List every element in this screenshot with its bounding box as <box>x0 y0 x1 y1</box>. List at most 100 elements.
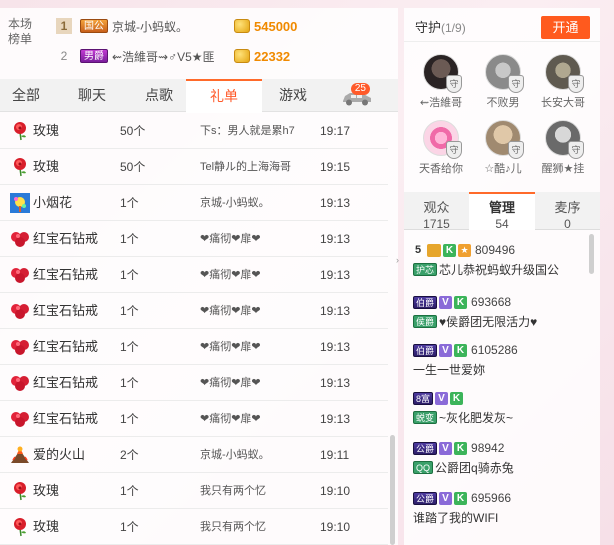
gift-time: 19:13 <box>320 304 351 318</box>
avatar[interactable]: 守 <box>545 120 584 159</box>
crown-icon <box>427 243 441 257</box>
message-text: 芯儿恭祝蚂蚁升级国公 <box>439 263 560 277</box>
title-badge: 伯爵 <box>413 295 438 309</box>
user-id[interactable]: 693668 <box>471 295 511 309</box>
gift-sender[interactable]: ❤痛彻❤扉❤ <box>200 257 318 293</box>
tab-gift-list[interactable]: 礼单 <box>186 79 262 113</box>
user-id[interactable]: 98942 <box>471 441 504 455</box>
admin-user-item[interactable]: 公爵 V K 98942 QQ 公爵团q骑赤兔 <box>413 440 593 476</box>
gift-sender[interactable]: ❤痛彻❤扉❤ <box>200 293 318 329</box>
rank-row-1[interactable]: 1 国公 京城-小蚂蚁。 545000 <box>56 15 297 37</box>
gift-row[interactable]: 红宝石钻戒 1个 ❤痛彻❤扉❤ 19:13 <box>0 401 388 437</box>
tab-label: 管理 <box>488 200 515 215</box>
rank-row-2[interactable]: 2 男爵 ⇜浩維哥⇝♂V5★匪 22332 <box>56 45 291 67</box>
gift-sender[interactable]: ❤痛彻❤扉❤ <box>200 365 318 401</box>
guard-member[interactable]: 守天香给你 <box>412 120 470 178</box>
avatar[interactable]: 守 <box>545 54 584 93</box>
gift-name: 红宝石钻戒 <box>33 411 99 426</box>
rank-name[interactable]: 京城-小蚂蚁。 <box>112 18 230 35</box>
gift-sender[interactable]: 下s：男人就是累h7 <box>200 113 318 149</box>
admin-user-item[interactable]: 5 K ★ 809496 护芯 芯儿恭祝蚂蚁升级国公 <box>413 242 593 278</box>
guard-name: 不败男 <box>486 97 520 109</box>
avatar[interactable]: 守 <box>485 120 524 159</box>
gift-count: 1个 <box>120 232 139 246</box>
rank-badge: 国公 <box>80 19 108 33</box>
tab-admin[interactable]: 管理 54 <box>469 192 535 231</box>
message-text: 公爵团q骑赤兔 <box>435 461 514 475</box>
user-list-scrollbar[interactable] <box>589 234 594 274</box>
guard-member[interactable]: 守醒狮★挂 <box>534 120 592 178</box>
fan-badge: 蜕变 <box>413 411 438 424</box>
gift-sender[interactable]: 京城-小蚂蚁。 <box>200 185 318 221</box>
message-text: ~灰化肥发灰~ <box>439 411 514 425</box>
gift-row[interactable]: 红宝石钻戒 1个 ❤痛彻❤扉❤ 19:13 <box>0 329 388 365</box>
gift-row[interactable]: 玫瑰 50个 下s：男人就是累h7 19:17 <box>0 113 388 149</box>
user-id[interactable]: 695966 <box>471 491 511 505</box>
gift-time: 19:13 <box>320 196 351 210</box>
user-id[interactable]: 809496 <box>475 243 515 257</box>
guard-member[interactable]: 守 ☆酷♪儿 <box>474 120 532 178</box>
gift-sender[interactable]: ❤痛彻❤扉❤ <box>200 401 318 437</box>
avatar[interactable]: 守 <box>485 54 524 93</box>
title-badge: 伯爵 <box>413 343 438 357</box>
gift-row[interactable]: 红宝石钻戒 1个 ❤痛彻❤扉❤ 19:13 <box>0 221 388 257</box>
admin-user-item[interactable]: 伯爵 V K 6105286 一生一世爱妳 <box>413 342 593 378</box>
open-guard-button[interactable]: 开通 <box>541 16 590 39</box>
coin-icon <box>234 19 250 33</box>
gift-list-scrollbar[interactable] <box>390 435 395 545</box>
ruby-ring-icon <box>10 337 30 357</box>
gift-sender[interactable]: 京城-小蚂蚁。 <box>200 437 318 473</box>
tab-mic-queue[interactable]: 麦序 0 <box>535 192 600 231</box>
collapse-arrow-icon[interactable]: › <box>396 255 404 265</box>
gift-time: 19:11 <box>320 448 350 462</box>
tab-all[interactable]: 全部 <box>0 79 52 112</box>
gift-sender[interactable]: ❤痛彻❤扉❤ <box>200 329 318 365</box>
avatar[interactable]: 守 <box>423 120 462 159</box>
admin-user-list: 5 K ★ 809496 护芯 芯儿恭祝蚂蚁升级国公 伯爵 V K 693668 侯爵 ♥侯爵团无限活… <box>413 236 593 545</box>
gift-name: 玫瑰 <box>33 123 60 138</box>
admin-user-item[interactable]: 8富 V K 蜕变 ~灰化肥发灰~ <box>413 390 593 426</box>
gift-time: 19:13 <box>320 232 351 246</box>
gift-sender[interactable]: ❤痛彻❤扉❤ <box>200 221 318 257</box>
gift-row[interactable]: 红宝石钻戒 1个 ❤痛彻❤扉❤ 19:13 <box>0 257 388 293</box>
gift-row[interactable]: 红宝石钻戒 1个 ❤痛彻❤扉❤ 19:13 <box>0 293 388 329</box>
user-id[interactable]: 6105286 <box>471 343 518 357</box>
tab-game[interactable]: 游戏 <box>262 79 324 112</box>
gift-row[interactable]: 爱的火山 2个 京城-小蚂蚁。 19:11 <box>0 437 388 473</box>
gift-row[interactable]: 玫瑰 1个 我只有两个忆 19:10 <box>0 509 388 545</box>
guard-member[interactable]: 守长安大哥 <box>534 54 592 112</box>
gift-row[interactable]: 小烟花 1个 京城-小蚂蚁。 19:13 <box>0 185 388 221</box>
k-badge-icon: K <box>450 391 464 405</box>
guard-name: ☆酷♪儿 <box>484 163 522 175</box>
guard-member[interactable]: 守 ⇜浩維哥 <box>412 54 470 112</box>
firework-icon <box>10 193 30 213</box>
gift-sender[interactable]: 我只有两个忆 <box>200 509 318 545</box>
v-badge-icon: V <box>439 295 453 309</box>
ranking-board: 本场榜单 1 国公 京城-小蚂蚁。 545000 2 男爵 ⇜浩維哥⇝♂V5★匪… <box>0 8 398 74</box>
tab-chat[interactable]: 聊天 <box>52 79 132 112</box>
guard-member[interactable]: 守不败男 <box>474 54 532 112</box>
guard-shield-icon: 守 <box>446 75 462 93</box>
tab-label: 观众 <box>423 200 450 215</box>
gift-sender[interactable]: Tel静ル的上海海哥 <box>200 149 318 185</box>
avatar[interactable]: 守 <box>423 54 462 93</box>
gift-sender[interactable]: 我只有两个忆 <box>200 473 318 509</box>
gift-row[interactable]: 红宝石钻戒 1个 ❤痛彻❤扉❤ 19:13 <box>0 365 388 401</box>
gift-count: 1个 <box>120 340 139 354</box>
gift-row[interactable]: 玫瑰 1个 我只有两个忆 19:10 <box>0 473 388 509</box>
guard-shield-icon: 守 <box>508 75 524 93</box>
rose-icon <box>10 157 30 177</box>
tab-audience[interactable]: 观众 1715 <box>404 192 469 231</box>
gift-time: 19:10 <box>320 520 351 534</box>
gift-time: 19:13 <box>320 412 351 426</box>
tab-song[interactable]: 点歌 <box>132 79 186 112</box>
admin-user-item[interactable]: 伯爵 V K 693668 侯爵 ♥侯爵团无限活力♥ <box>413 294 593 330</box>
admin-user-item[interactable]: 公爵 V K 695966 谁踏了我的WIFI <box>413 490 593 526</box>
gift-name: 玫瑰 <box>33 159 60 174</box>
rank-name[interactable]: ⇜浩維哥⇝♂V5★匪 <box>112 48 230 65</box>
car-count-badge: 25 <box>350 83 370 95</box>
tab-count: 1715 <box>423 217 450 231</box>
audience-panel: 守护(1/9) 开通 守 ⇜浩維哥守不败男守长安大哥守天香给你守 ☆酷♪儿守醒狮★挂… <box>404 8 600 545</box>
car-button[interactable]: 25 <box>340 83 380 109</box>
gift-row[interactable]: 玫瑰 50个 Tel静ル的上海海哥 19:15 <box>0 149 388 185</box>
